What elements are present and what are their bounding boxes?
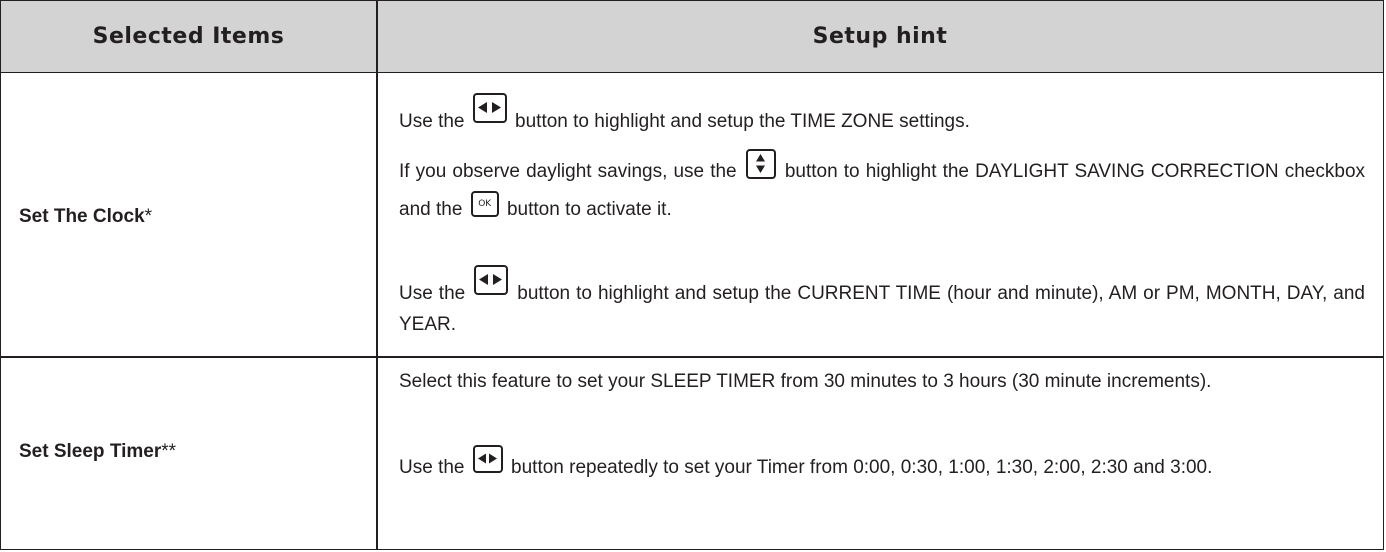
left-right-arrow-button-icon	[472, 93, 507, 123]
item-set-sleep-timer: Set Sleep Timer**	[19, 441, 176, 463]
hint-text: Select this feature to set your SLEEP TI…	[399, 371, 1212, 392]
hint-text: button repeatedly to set your Timer from…	[511, 457, 1213, 478]
hint-text: Use the	[399, 111, 465, 132]
item-footnote-mark: **	[161, 441, 177, 462]
left-right-arrow-button-icon	[472, 445, 503, 473]
hint-text: Use the	[399, 457, 465, 478]
header-selected-items: Selected Items	[92, 23, 285, 49]
ok-button-icon: OK	[470, 191, 499, 217]
hint-text: Use the	[399, 283, 466, 304]
table-header: Selected Items Setup hint	[1, 1, 1383, 73]
hint-clock-current-time: Use the button to highlight and setup th…	[399, 265, 1365, 340]
hint-text: button to highlight and setup the CURREN…	[399, 283, 1365, 335]
hint-text: If you observe daylight savings, use the	[399, 161, 737, 182]
item-name: Set Sleep Timer	[19, 441, 162, 462]
up-down-arrow-button-icon	[745, 149, 776, 179]
item-footnote-mark: *	[144, 206, 153, 227]
item-name: Set The Clock	[19, 206, 145, 227]
settings-table: Selected Items Setup hint Set The Clock*…	[0, 0, 1384, 550]
row-divider	[1, 356, 1383, 358]
hint-text: button to highlight and setup the TIME Z…	[515, 111, 970, 132]
hint-sleep-timer-steps: Use the button repeatedly to set your Ti…	[399, 445, 1365, 487]
item-set-the-clock: Set The Clock*	[19, 206, 152, 228]
hint-clock-time-zone: Use the button to highlight and setup th…	[399, 93, 1365, 141]
column-divider	[376, 1, 378, 549]
hint-text: button to activate it.	[506, 199, 672, 220]
hint-sleep-timer-range: Select this feature to set your SLEEP TI…	[399, 363, 1365, 401]
left-right-arrow-button-icon	[474, 265, 509, 295]
header-setup-hint: Setup hint	[812, 23, 948, 49]
hint-clock-daylight: If you observe daylight savings, use the…	[399, 149, 1365, 229]
ok-label: OK	[478, 199, 492, 209]
